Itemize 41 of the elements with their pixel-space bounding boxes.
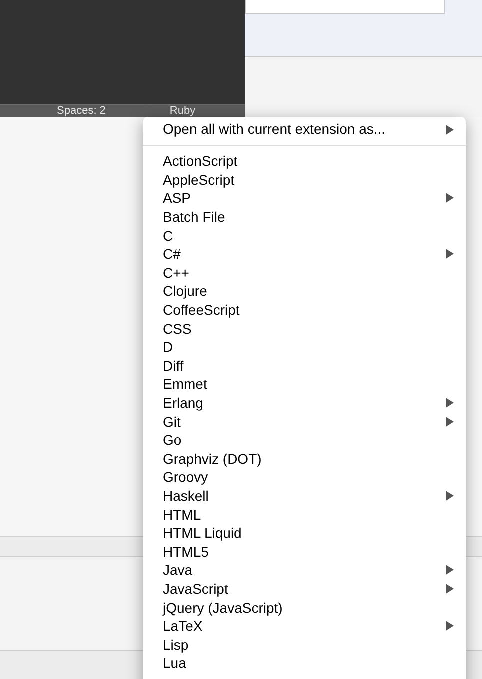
submenu-arrow-icon bbox=[446, 490, 454, 501]
submenu-arrow-icon bbox=[446, 398, 454, 408]
menu-item[interactable]: jQuery (JavaScript) bbox=[143, 598, 466, 617]
menu-item[interactable]: HTML5 bbox=[143, 542, 466, 562]
menu-item[interactable]: Go bbox=[143, 430, 466, 450]
menu-item[interactable]: AppleScript bbox=[143, 170, 466, 190]
menu-item[interactable]: ActionScript bbox=[143, 152, 466, 171]
menu-item[interactable]: Graphviz (DOT) bbox=[143, 450, 466, 468]
menu-item[interactable]: Groovy bbox=[143, 468, 466, 487]
submenu-arrow-icon bbox=[446, 621, 454, 632]
menu-item[interactable]: ASP bbox=[143, 189, 466, 208]
menu-item[interactable]: Erlang bbox=[143, 394, 466, 412]
indentation-label[interactable]: Spaces: 2 bbox=[57, 106, 106, 116]
menu-item[interactable]: HTML Liquid bbox=[143, 524, 466, 542]
syntax-label[interactable]: Ruby bbox=[170, 106, 196, 116]
menu-item[interactable]: Java bbox=[143, 561, 466, 580]
menu-item[interactable]: D bbox=[143, 338, 466, 357]
menu-item[interactable]: CoffeeScript bbox=[143, 300, 466, 320]
menu-item[interactable]: Open all with current extension as... bbox=[143, 120, 466, 139]
menu-item[interactable]: Lua bbox=[143, 654, 466, 673]
menu-item[interactable]: Lisp bbox=[143, 635, 466, 654]
menu-item[interactable]: HTML bbox=[143, 505, 466, 524]
menu-item[interactable]: Emmet bbox=[143, 375, 466, 394]
input-field[interactable] bbox=[245, 0, 445, 14]
submenu-arrow-icon bbox=[446, 193, 454, 204]
menu-item[interactable]: JavaScript bbox=[143, 580, 466, 598]
menu-item[interactable]: LaTeX bbox=[143, 616, 466, 636]
menu-item[interactable]: Haskell bbox=[143, 486, 466, 506]
menu-item[interactable]: Diff bbox=[143, 356, 466, 376]
submenu-arrow-icon bbox=[446, 584, 454, 594]
menu-item[interactable]: C bbox=[143, 226, 466, 245]
menu-item[interactable]: CSS bbox=[143, 319, 466, 338]
menu-item[interactable]: C# bbox=[143, 244, 466, 264]
menu-item[interactable]: Clojure bbox=[143, 282, 466, 301]
submenu-arrow-icon bbox=[446, 416, 454, 427]
submenu-arrow-icon bbox=[446, 124, 454, 134]
menu-item[interactable]: C++ bbox=[143, 264, 466, 282]
menu-item[interactable]: Git bbox=[143, 412, 466, 431]
menu-item[interactable]: Batch File bbox=[143, 208, 466, 226]
submenu-arrow-icon bbox=[446, 565, 454, 576]
submenu-arrow-icon bbox=[446, 249, 454, 260]
